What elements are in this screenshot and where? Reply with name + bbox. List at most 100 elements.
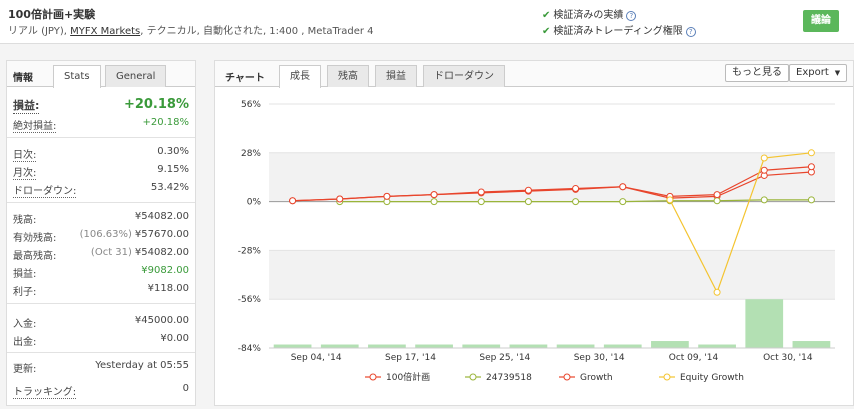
bar	[603, 344, 642, 348]
withdrawals-label: 出金:	[13, 337, 37, 348]
gain-row: 損益: +20.18%	[13, 97, 189, 114]
data-point	[524, 186, 532, 194]
deposits-row: 入金: ¥45000.00	[13, 315, 189, 330]
bar	[415, 344, 453, 348]
gain-label: 損益:	[13, 99, 40, 114]
withdrawals-row: 出金: ¥0.00	[13, 333, 189, 348]
legend-label: 24739518	[486, 373, 532, 383]
data-point	[760, 196, 768, 204]
withdrawals-value: ¥0.00	[160, 333, 189, 344]
x-tick-label: Sep 04, '14	[291, 353, 342, 363]
check-icon: ✔	[542, 26, 551, 37]
legend-marker	[663, 373, 671, 381]
profit-row: 損益: ¥9082.00	[13, 265, 189, 280]
growth-chart: 56% 28% 0% -28% -56% -84% Sep 04, '14 Sep 17, '…	[238, 100, 835, 383]
abs-gain-label: 絶対損益:	[13, 117, 57, 133]
x-tick-label: Sep 25, '14	[479, 353, 530, 363]
monthly-label: 月次:	[13, 164, 37, 180]
broker-link[interactable]: MYFX Markets	[70, 26, 140, 37]
data-point	[336, 195, 344, 203]
updated-row: 更新: Yesterday at 05:55	[13, 360, 189, 375]
divider	[7, 352, 195, 353]
tab-balance[interactable]: 残高	[327, 65, 369, 87]
bar	[509, 344, 548, 348]
tab-drawdown[interactable]: ドローダウン	[423, 65, 505, 87]
tab-profit[interactable]: 損益	[375, 65, 417, 87]
data-point	[713, 197, 721, 205]
data-point	[572, 198, 580, 206]
y-tick-label: -28%	[238, 246, 262, 256]
bar	[320, 344, 359, 348]
tracking-value: 0	[182, 383, 189, 394]
x-tick-label: Oct 09, '14	[669, 353, 719, 363]
data-point	[760, 166, 768, 174]
export-button[interactable]: Export ▼	[789, 64, 848, 82]
deposits-label: 入金:	[13, 319, 37, 330]
abs-gain-row: 絶対損益: +20.18%	[13, 117, 189, 133]
data-point	[524, 198, 532, 206]
equity-label: 有効残高:	[13, 233, 57, 244]
data-point	[619, 183, 627, 191]
legend-marker	[369, 373, 377, 381]
help-icon[interactable]: ?	[626, 11, 637, 21]
daily-value: 0.30%	[157, 146, 189, 157]
account-subtitle: リアル (JPY), MYFX Markets, テクニカル, 自動化された, …	[8, 22, 374, 37]
y-tick-label: -84%	[238, 344, 262, 354]
x-tick-label: Sep 30, '14	[574, 353, 625, 363]
bar	[792, 341, 831, 348]
y-tick-label: 0%	[247, 198, 262, 208]
chart-panel: チャート 成長 残高 損益 ドローダウン もっと見る Export ▼ 56% 28…	[214, 60, 854, 406]
interest-row: 利子: ¥118.00	[13, 283, 189, 298]
account-title: 100倍計画+実験	[8, 8, 96, 21]
drawdown-value: 53.42%	[150, 182, 189, 193]
bar	[462, 344, 501, 348]
verified-trading-privileges: ✔ 検証済みトレーディング権限?	[542, 22, 696, 37]
tab-stats[interactable]: Stats	[53, 65, 101, 88]
chart-label: チャート	[225, 73, 265, 84]
equity-note: (106.63%)	[79, 229, 132, 240]
more-button[interactable]: もっと見る	[725, 64, 789, 82]
divider	[7, 137, 195, 138]
data-point	[807, 149, 815, 157]
legend-marker	[563, 373, 571, 381]
data-point	[807, 196, 815, 204]
deposits-value: ¥45000.00	[134, 315, 189, 326]
bar	[556, 344, 595, 348]
balance-label: 残高:	[13, 215, 37, 226]
bar	[745, 299, 784, 348]
tracking-label[interactable]: トラッキング:	[13, 383, 77, 399]
balance-row: 残高: ¥54082.00	[13, 211, 189, 226]
chevron-down-icon: ▼	[834, 69, 841, 77]
data-point	[619, 198, 627, 206]
data-point	[807, 163, 815, 171]
divider	[7, 202, 195, 203]
help-icon[interactable]: ?	[685, 27, 696, 37]
discuss-button[interactable]: 議論	[803, 10, 839, 32]
data-point	[713, 288, 721, 296]
equity-row: 有効残高: (106.63%) ¥57670.00	[13, 229, 189, 244]
updated-label: 更新:	[13, 364, 37, 375]
export-label: Export	[796, 67, 829, 78]
legend-label: 100倍計画	[386, 371, 430, 383]
abs-gain-value: +20.18%	[142, 117, 189, 128]
bar	[651, 341, 689, 348]
bar	[273, 344, 312, 348]
bar	[368, 344, 406, 348]
tab-growth[interactable]: 成長	[279, 65, 321, 88]
data-point	[477, 198, 485, 206]
verify-label-1: 検証済みの実績	[553, 10, 624, 21]
verify-label-2: 検証済みトレーディング権限	[553, 26, 683, 37]
monthly-row: 月次: 9.15%	[13, 164, 189, 180]
highest-row: 最高残高: (Oct 31) ¥54082.00	[13, 247, 189, 262]
grid-band	[269, 250, 835, 300]
y-tick-label: 56%	[241, 100, 261, 110]
data-point	[383, 192, 391, 200]
legend-label: Growth	[580, 373, 613, 383]
y-tick-label: -56%	[238, 295, 262, 305]
data-point	[430, 198, 438, 206]
data-point	[666, 196, 674, 204]
tab-general[interactable]: General	[105, 65, 167, 87]
legend-marker	[469, 373, 477, 381]
interest-label: 利子:	[13, 287, 37, 298]
daily-row: 日次: 0.30%	[13, 146, 189, 162]
